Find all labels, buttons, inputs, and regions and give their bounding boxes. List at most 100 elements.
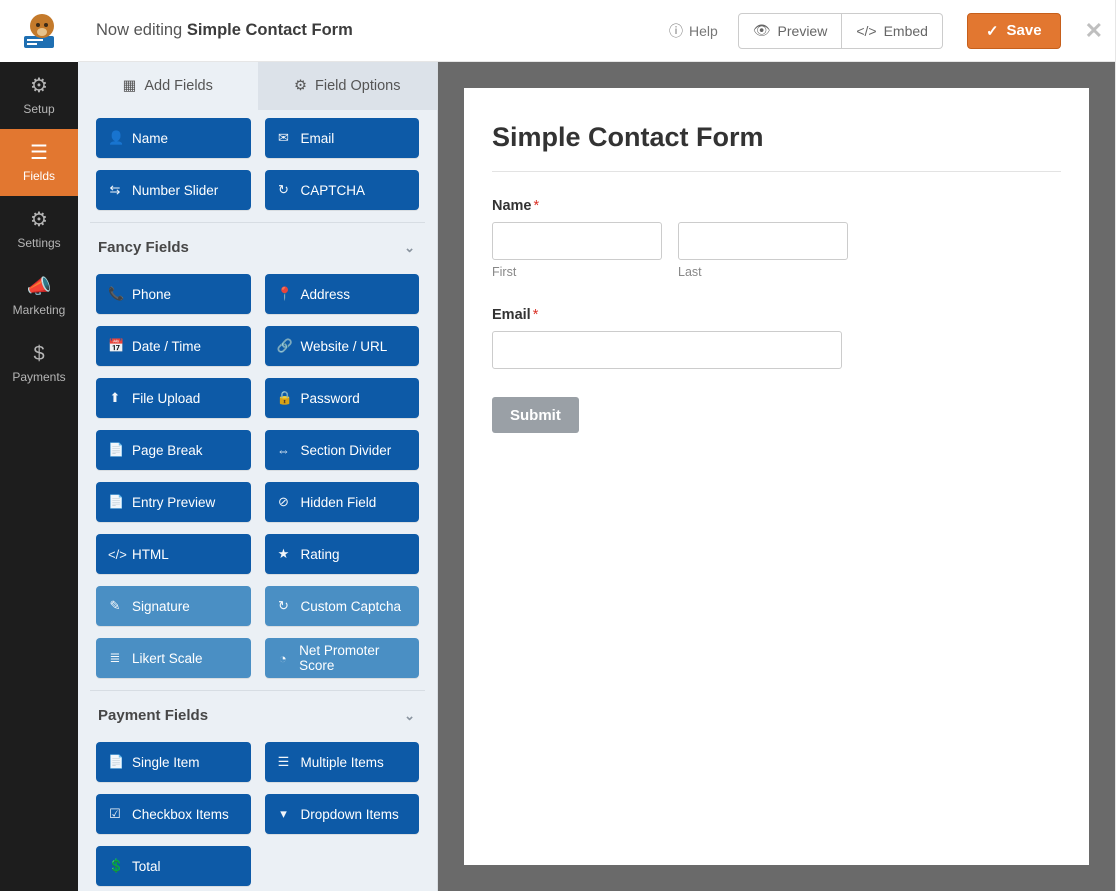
nav-payments[interactable]: $Payments: [0, 330, 78, 397]
code-icon: </>: [856, 23, 876, 39]
field-rating[interactable]: ★ Rating: [265, 534, 420, 574]
nav-label: Payments: [12, 370, 65, 384]
field-dropdown-items[interactable]: ▾ Dropdown Items: [265, 794, 420, 834]
editing-prefix: Now editing: [96, 21, 182, 39]
sliders-icon: ⚙: [294, 78, 307, 94]
field-icon: 📍: [277, 286, 291, 302]
field-number-slider[interactable]: ⇆ Number Slider: [96, 170, 251, 210]
field-label: Page Break: [132, 443, 203, 458]
field-label: HTML: [132, 547, 169, 562]
field-label: Website / URL: [301, 339, 388, 354]
nav-label: Marketing: [13, 303, 66, 317]
field-icon: ✉: [277, 130, 291, 146]
form-name: Simple Contact Form: [187, 21, 353, 39]
nav-settings[interactable]: ⚙ Settings: [0, 196, 78, 263]
first-name-input[interactable]: [492, 222, 662, 260]
section-payment-fields[interactable]: Payment Fields⌄: [90, 690, 425, 736]
field-icon: ⊘: [277, 494, 291, 510]
nav-fields[interactable]: ☰ Fields: [0, 129, 78, 196]
field-icon: ✎: [108, 598, 122, 614]
logo: [0, 0, 78, 62]
field-label: Name: [132, 131, 168, 146]
list-icon: ☰: [30, 143, 48, 163]
save-button[interactable]: ✓Save: [967, 13, 1061, 49]
field-html[interactable]: </> HTML: [96, 534, 251, 574]
field-captcha[interactable]: ↻CAPTCHA: [265, 170, 420, 210]
page-title: Now editing Simple Contact Form: [96, 21, 649, 40]
field-icon: ↻: [277, 598, 291, 614]
name-label: Name*: [492, 198, 1061, 214]
field-email[interactable]: ✉ Email: [265, 118, 420, 158]
chevron-down-icon: ⌄: [404, 240, 415, 256]
field-multiple-items[interactable]: ☰Multiple Items: [265, 742, 420, 782]
sliders-icon: ⚙: [30, 210, 48, 230]
left-sidebar: ⚙Setup ☰ Fields ⚙ Settings 📣 Marketing $Pay…: [0, 0, 78, 891]
field-signature[interactable]: ✎Signature: [96, 586, 251, 626]
field-label: File Upload: [132, 391, 200, 406]
field-page-break[interactable]: 📄Page Break: [96, 430, 251, 470]
field-icon: ⇔: [277, 443, 291, 458]
field-label: Section Divider: [301, 443, 392, 458]
field-icon: ⬆: [108, 390, 122, 406]
nav-label: Fields: [23, 169, 55, 183]
field-single-item[interactable]: 📄Single Item: [96, 742, 251, 782]
field-likert-scale[interactable]: ≣Likert Scale: [96, 638, 251, 678]
field-file-upload[interactable]: ⬆ File Upload: [96, 378, 251, 418]
close-button[interactable]: ✕: [1085, 18, 1103, 44]
form-canvas: Simple Contact Form Name* First Last Ema…: [438, 62, 1115, 891]
field-icon: 📅: [108, 338, 122, 354]
email-input[interactable]: [492, 331, 842, 369]
field-name[interactable]: 👤Name: [96, 118, 251, 158]
first-sublabel: First: [492, 265, 662, 279]
field-label: Net Promoter Score: [299, 643, 407, 673]
bullhorn-icon: 📣: [27, 277, 52, 297]
field-label: Phone: [132, 287, 171, 302]
field-total[interactable]: 💲 Total: [96, 846, 251, 886]
field-label: CAPTCHA: [301, 183, 366, 198]
submit-button[interactable]: Submit: [492, 397, 579, 433]
field-icon: 🔗: [277, 338, 291, 354]
chevron-down-icon: ⌄: [404, 708, 415, 724]
field-label: Single Item: [132, 755, 200, 770]
field-icon: ★: [277, 546, 291, 562]
field-label: Total: [132, 859, 161, 874]
fields-panel: ▦Add Fields ⚙Field Options 👤Name ✉ Email ⇆ N…: [78, 62, 438, 891]
field-section-divider[interactable]: ⇔ Section Divider: [265, 430, 420, 470]
field-icon: ⇆: [108, 182, 122, 198]
field-icon: ≣: [108, 650, 122, 666]
nav-marketing[interactable]: 📣 Marketing: [0, 263, 78, 330]
field-label: Number Slider: [132, 183, 218, 198]
preview-button[interactable]: 👁Preview: [738, 13, 843, 49]
field-label: Checkbox Items: [132, 807, 229, 822]
nav-label: Settings: [17, 236, 60, 250]
topbar: Now editing Simple Contact Form ⓘHelp 👁P…: [78, 0, 1115, 62]
nav-setup[interactable]: ⚙Setup: [0, 62, 78, 129]
tab-field-options[interactable]: ⚙Field Options: [258, 62, 438, 110]
field-net-promoter-score[interactable]: ◔Net Promoter Score: [265, 638, 420, 678]
field-label: Date / Time: [132, 339, 201, 354]
embed-button[interactable]: </>Embed: [842, 13, 943, 49]
field-entry-preview[interactable]: 📄Entry Preview: [96, 482, 251, 522]
help-link[interactable]: ⓘHelp: [659, 21, 728, 41]
field-label: Email: [301, 131, 335, 146]
field-icon: 📄: [108, 494, 122, 510]
field-icon: </>: [108, 547, 122, 562]
last-sublabel: Last: [678, 265, 848, 279]
field-hidden-field[interactable]: ⊘Hidden Field: [265, 482, 420, 522]
field-password[interactable]: 🔒Password: [265, 378, 420, 418]
field-checkbox-items[interactable]: ☑Checkbox Items: [96, 794, 251, 834]
tab-add-fields[interactable]: ▦Add Fields: [78, 62, 258, 110]
field-custom-captcha[interactable]: ↻Custom Captcha: [265, 586, 420, 626]
field-label: Password: [301, 391, 360, 406]
last-name-input[interactable]: [678, 222, 848, 260]
field-icon: ▾: [277, 806, 291, 822]
field-website-url[interactable]: 🔗 Website / URL: [265, 326, 420, 366]
section-fancy-fields[interactable]: Fancy Fields⌄: [90, 222, 425, 268]
field-icon: 💲: [108, 858, 122, 874]
field-phone[interactable]: 📞Phone: [96, 274, 251, 314]
field-address[interactable]: 📍Address: [265, 274, 420, 314]
field-date-time[interactable]: 📅 Date / Time: [96, 326, 251, 366]
form-title: Simple Contact Form: [492, 122, 1061, 153]
field-label: Dropdown Items: [301, 807, 399, 822]
field-label: Rating: [301, 547, 340, 562]
